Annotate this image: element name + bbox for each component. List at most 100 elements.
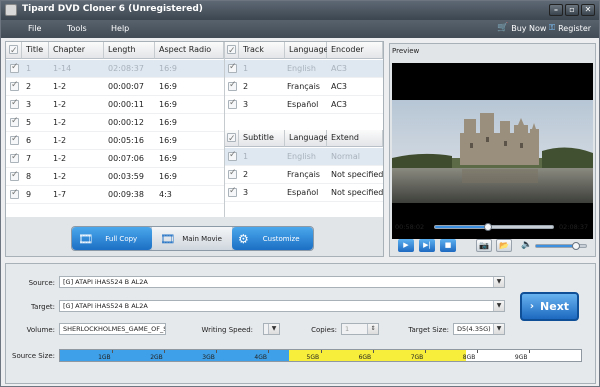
- minimize-button[interactable]: –: [549, 4, 563, 16]
- register-button[interactable]: ⚿ Register: [549, 23, 591, 33]
- size-tick-label: 3GB: [202, 354, 215, 361]
- volume-icon[interactable]: 🔈: [521, 240, 532, 250]
- subtitle-row[interactable]: 1 English Normal: [225, 148, 383, 166]
- chapter-range: 1-2: [53, 100, 67, 109]
- table-row[interactable]: 5 1-2 00:00:12 16:9: [6, 114, 224, 132]
- chevron-down-icon: ▼: [493, 301, 504, 311]
- checkbox[interactable]: [227, 131, 236, 147]
- checkbox[interactable]: [228, 186, 237, 197]
- header-subtitle-language[interactable]: Language: [285, 130, 328, 147]
- buy-now-label: Buy Now: [511, 23, 547, 33]
- titles-select-all-header[interactable]: [6, 42, 22, 59]
- gear-icon: ⚙: [238, 231, 249, 246]
- checkbox[interactable]: [10, 80, 19, 91]
- customize-button[interactable]: ⚙ Customize: [232, 227, 313, 250]
- full-copy-button[interactable]: 🎞 Full Copy: [72, 227, 152, 250]
- header-aspect[interactable]: Aspect Radio: [155, 42, 224, 59]
- size-tick-mark: [112, 350, 114, 353]
- chapter-range: 1-14: [53, 64, 72, 73]
- main-movie-label: Main Movie: [182, 234, 222, 243]
- maximize-button[interactable]: ▫: [565, 4, 579, 16]
- table-row[interactable]: 8 1-2 00:03:59 16:9: [6, 168, 224, 186]
- main-movie-button[interactable]: 🎞 Main Movie: [152, 227, 232, 250]
- table-row[interactable]: 1 1-14 02:08:37 16:9: [6, 60, 224, 78]
- track-number: 3: [243, 100, 249, 109]
- seek-bar[interactable]: [434, 223, 554, 231]
- next-button[interactable]: › Next: [520, 292, 579, 321]
- subtitle-row[interactable]: 3 Español Not specified: [225, 184, 383, 202]
- size-tick-mark: [216, 350, 218, 353]
- header-chapter[interactable]: Chapter: [49, 42, 104, 59]
- target-size-dropdown[interactable]: D5(4.35G) ▼: [453, 323, 505, 335]
- checkbox[interactable]: [10, 152, 19, 163]
- checkbox[interactable]: [228, 168, 237, 179]
- copies-stepper[interactable]: 1 ⇕: [341, 323, 379, 335]
- castle-video-image: [392, 63, 593, 239]
- menu-tools[interactable]: Tools: [67, 24, 87, 33]
- size-tick-label: 2GB: [150, 354, 163, 361]
- table-row[interactable]: 2 1-2 00:00:07 16:9: [6, 78, 224, 96]
- title-length: 00:03:59: [108, 172, 144, 181]
- checkbox[interactable]: [227, 43, 236, 59]
- checkbox[interactable]: [228, 150, 237, 161]
- menu-file[interactable]: File: [28, 24, 41, 33]
- checkbox[interactable]: [228, 80, 237, 91]
- folder-icon: 📂: [499, 241, 509, 250]
- audio-track-row[interactable]: 3 Español AC3: [225, 96, 383, 114]
- subtitle-language: English: [287, 152, 316, 161]
- size-tick-mark: [476, 350, 478, 353]
- size-tick-label: 7GB: [410, 354, 424, 361]
- chapter-range: 1-2: [53, 136, 67, 145]
- chapter-range: 1-2: [53, 118, 67, 127]
- table-row[interactable]: 9 1-7 00:09:38 4:3: [6, 186, 224, 204]
- stop-button[interactable]: ■: [440, 239, 456, 252]
- header-length[interactable]: Length: [104, 42, 155, 59]
- target-dropdown[interactable]: [G] ATAPI iHAS524 B AL2A ▼: [59, 300, 505, 312]
- table-row[interactable]: 6 1-2 00:05:16 16:9: [6, 132, 224, 150]
- checkbox[interactable]: [10, 98, 19, 109]
- checkbox[interactable]: [228, 62, 237, 73]
- play-button[interactable]: ▶: [398, 239, 414, 252]
- preview-panel: Preview 00:58:02 02:08:37 ▶ ▶| ■ 📷 📂 🔈: [389, 43, 596, 257]
- aspect-ratio: 16:9: [159, 172, 177, 181]
- audio-track-row[interactable]: 1 English AC3: [225, 60, 383, 78]
- arrow-right-icon: ›: [529, 301, 535, 312]
- table-row[interactable]: 7 1-2 00:07:06 16:9: [6, 150, 224, 168]
- source-dropdown[interactable]: [G] ATAPI iHAS524 B AL2A ▼: [59, 276, 505, 288]
- movie-icon: 🎞: [160, 231, 176, 246]
- close-button[interactable]: ✕: [581, 4, 595, 16]
- menu-help[interactable]: Help: [111, 24, 129, 33]
- checkbox[interactable]: [10, 116, 19, 127]
- step-forward-button[interactable]: ▶|: [419, 239, 435, 252]
- checkbox[interactable]: [10, 134, 19, 145]
- header-encoder[interactable]: Encoder: [327, 42, 383, 59]
- volume-slider[interactable]: [535, 242, 587, 250]
- size-tick-mark: [528, 350, 530, 353]
- volume-name-input[interactable]: SHERLOCKHOLMES_GAME_OF_SH: [59, 323, 166, 335]
- buy-now-button[interactable]: 🛒 Buy Now: [497, 23, 546, 33]
- track-number: 2: [243, 82, 249, 91]
- checkbox[interactable]: [9, 43, 18, 59]
- subtitle-row[interactable]: 2 Français Not specified: [225, 166, 383, 184]
- checkbox[interactable]: [10, 62, 19, 73]
- audio-track-row[interactable]: 2 Français AC3: [225, 78, 383, 96]
- header-track[interactable]: Track: [239, 42, 285, 59]
- next-label: Next: [540, 300, 570, 313]
- checkbox[interactable]: [10, 188, 19, 199]
- volume-handle[interactable]: [572, 242, 580, 250]
- size-tick-mark: [320, 350, 322, 353]
- open-folder-button[interactable]: 📂: [496, 239, 512, 252]
- checkbox[interactable]: [228, 98, 237, 109]
- checkbox[interactable]: [10, 170, 19, 181]
- source-value: [G] ATAPI iHAS524 B AL2A: [63, 278, 148, 286]
- writing-speed-dropdown[interactable]: ▼: [263, 323, 280, 335]
- header-title[interactable]: Title: [22, 42, 49, 59]
- snapshot-button[interactable]: 📷: [476, 239, 492, 252]
- subtitle-select-all-header[interactable]: [225, 130, 239, 147]
- header-audio-language[interactable]: Language: [285, 42, 328, 59]
- header-extend[interactable]: Extend: [327, 130, 383, 147]
- audio-select-all-header[interactable]: [225, 42, 239, 59]
- table-row[interactable]: 3 1-2 00:00:11 16:9: [6, 96, 224, 114]
- header-subtitle[interactable]: Subtitle: [239, 130, 285, 147]
- aspect-ratio: 16:9: [159, 82, 177, 91]
